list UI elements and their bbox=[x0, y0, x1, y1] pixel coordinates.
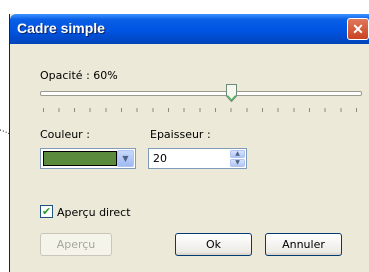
thickness-value[interactable]: 20 bbox=[153, 152, 167, 165]
opacity-slider-thumb[interactable] bbox=[226, 84, 237, 102]
chevron-down-icon[interactable]: ▼ bbox=[117, 150, 134, 167]
color-swatch bbox=[43, 151, 117, 166]
color-label: Couleur : bbox=[40, 128, 90, 141]
opacity-slider-ticks bbox=[43, 108, 357, 112]
color-picker-combo[interactable]: ▼ bbox=[40, 148, 136, 169]
thickness-spinbox[interactable]: 20 ▲ ▼ bbox=[148, 148, 247, 169]
thickness-label: Epaisseur : bbox=[150, 128, 211, 141]
checkmark-icon: ✔ bbox=[41, 205, 52, 218]
preview-checkbox-label[interactable]: Aperçu direct bbox=[57, 206, 131, 219]
close-icon: ✕ bbox=[352, 21, 364, 37]
preview-button[interactable]: Aperçu bbox=[40, 233, 112, 256]
spin-down-icon[interactable]: ▼ bbox=[230, 159, 245, 167]
opacity-label: Opacité : 60% bbox=[40, 69, 118, 82]
opacity-slider-track[interactable] bbox=[40, 91, 362, 96]
ok-button[interactable]: Ok bbox=[175, 233, 252, 256]
cadre-simple-dialog: Cadre simple ✕ Opacité : 60% Couleur: E… bbox=[9, 14, 369, 272]
close-button[interactable]: ✕ bbox=[347, 18, 369, 40]
preview-checkbox[interactable]: ✔ bbox=[40, 205, 53, 218]
cancel-button[interactable]: Annuler bbox=[265, 233, 342, 256]
spin-buttons: ▲ ▼ bbox=[230, 150, 245, 167]
dialog-title: Cadre simple bbox=[17, 20, 105, 36]
title-bar[interactable]: Cadre simple ✕ bbox=[10, 14, 369, 44]
spin-up-icon[interactable]: ▲ bbox=[230, 150, 245, 158]
